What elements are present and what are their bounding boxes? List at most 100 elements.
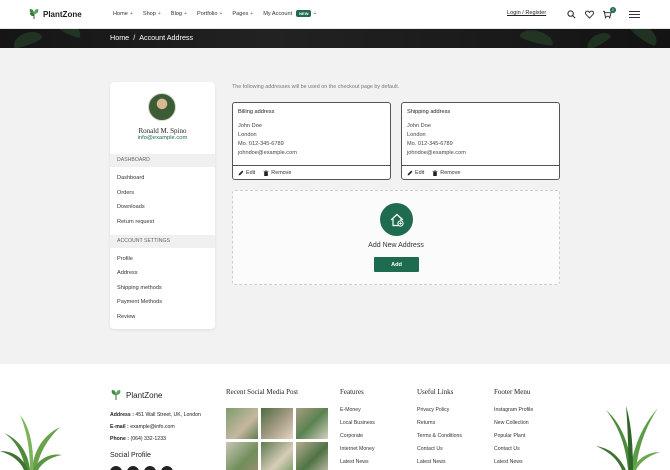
footer-link[interactable]: Internet Money (340, 446, 375, 452)
account-sidebar: Ronald M. Spino info@example.com DASHBOA… (110, 82, 215, 329)
useful-links-title: Useful Links (417, 388, 454, 396)
menu-item-portfolio[interactable]: Portfolio + (197, 10, 222, 17)
user-email[interactable]: info@example.com (110, 135, 215, 141)
menu-icon[interactable] (629, 11, 640, 20)
footer-email: E-mail : example@info.com (110, 424, 175, 430)
footer-link[interactable]: New Collection (494, 420, 529, 426)
footer-link[interactable]: Returns (417, 420, 435, 426)
address-intro-text: The following addresses will be used on … (232, 84, 400, 90)
footer-link[interactable]: Latest News (417, 459, 446, 465)
sidebar-item-return-request[interactable]: Return request (117, 219, 154, 225)
social-post-image[interactable] (296, 408, 328, 439)
billing-edit-button[interactable]: Edit (238, 170, 255, 176)
user-name: Ronald M. Spino (138, 127, 187, 135)
social-post-image[interactable] (226, 408, 258, 439)
facebook-icon[interactable] (110, 466, 122, 470)
menu-item-pages[interactable]: Pages + (232, 10, 253, 17)
breadcrumb-current: Account Address (139, 33, 194, 42)
sidebar-item-dashboard[interactable]: Dashboard (117, 175, 144, 181)
menu-label: Blog (170, 10, 183, 17)
plus-icon: + (219, 10, 223, 17)
address-value: 451 Wall Street, UK, London (135, 412, 201, 418)
billing-name: John Doe (238, 123, 262, 129)
linkedin-icon[interactable] (161, 466, 173, 470)
social-profile-title: Social Profile (110, 452, 151, 459)
email-label: E-mail : (110, 424, 129, 430)
sidebar-item-orders[interactable]: Orders (117, 190, 134, 196)
add-address-button[interactable]: Add (374, 257, 419, 272)
search-icon[interactable] (566, 9, 576, 19)
sidebar-item-shipping-methods[interactable]: Shipping methods (117, 285, 162, 291)
add-new-address-label: Add New Address (368, 242, 424, 249)
plus-icon: + (250, 10, 254, 17)
cart-icon[interactable]: 0 (602, 7, 616, 19)
billing-phone: Mo. 012-345-6789 (238, 141, 284, 147)
shipping-actions: Edit Remove (402, 165, 559, 180)
shipping-address-card: Shipping address John Doe London Mo. 012… (401, 102, 560, 180)
footer-link[interactable]: Contact Us (417, 446, 443, 452)
email-value[interactable]: example@info.com (130, 424, 174, 430)
pencil-icon (407, 170, 413, 176)
address-label: Address : (110, 412, 134, 418)
footer-brand-name: PlantZone (126, 390, 163, 400)
shipping-remove-button[interactable]: Remove (432, 170, 460, 176)
instagram-icon[interactable] (144, 466, 156, 470)
shipping-edit-button[interactable]: Edit (407, 170, 424, 176)
add-home-icon (380, 203, 413, 236)
leaf-logo-icon (111, 390, 121, 400)
phone-value[interactable]: (064) 332-1233 (130, 436, 165, 442)
trash-icon (432, 170, 438, 176)
footer-link[interactable]: Corporate (340, 433, 363, 439)
menu-item-shop[interactable]: Shop + (143, 10, 161, 17)
menu-item-blog[interactable]: Blog + (171, 10, 187, 17)
breadcrumb: Home / Account Address (110, 33, 193, 42)
sidebar-item-review[interactable]: Review (117, 314, 135, 320)
billing-remove-button[interactable]: Remove (263, 170, 291, 176)
leaf-logo-icon (29, 9, 39, 19)
social-post-image[interactable] (261, 442, 293, 470)
footer-link[interactable]: Privacy Policy (417, 407, 449, 413)
footer-link[interactable]: Terms & Conditions (417, 433, 462, 439)
social-icons (110, 466, 173, 470)
footer-link[interactable]: Popular Plant (494, 433, 525, 439)
menu-label: My Account (263, 10, 293, 17)
footer-menu-title: Footer Menu (494, 388, 531, 396)
billing-email: johndoe@example.com (238, 150, 297, 156)
sidebar-item-downloads[interactable]: Downloads (117, 204, 145, 210)
social-post-image[interactable] (296, 442, 328, 470)
add-new-address-panel: Add New Address Add (232, 190, 560, 285)
plus-icon: + (157, 10, 161, 17)
menu-label: Shop (142, 10, 156, 17)
top-navigation: PlantZone Home + Shop + Blog + Portfolio + P… (0, 0, 670, 29)
social-post-image[interactable] (261, 408, 293, 439)
footer-link[interactable]: Local Business (340, 420, 375, 426)
cart-count-badge: 0 (610, 7, 616, 13)
sidebar-item-address[interactable]: Address (117, 270, 138, 276)
brand-logo[interactable]: PlantZone (28, 8, 82, 20)
features-title: Features (340, 388, 364, 396)
footer-link[interactable]: Latest News (494, 459, 523, 465)
menu-item-home[interactable]: Home + (113, 10, 133, 17)
twitter-icon[interactable] (127, 466, 139, 470)
sidebar-item-profile[interactable]: Profile (117, 256, 133, 262)
footer-link[interactable]: Latest News (340, 459, 369, 465)
sidebar-item-payment-methods[interactable]: Payment Methods (117, 299, 162, 305)
footer-link[interactable]: E-Money (340, 407, 361, 413)
avatar (148, 93, 176, 121)
header-icons: 0 (566, 7, 616, 19)
phone-label: Phone : (110, 436, 130, 442)
breadcrumb-home[interactable]: Home (110, 33, 129, 42)
heart-icon[interactable] (584, 9, 594, 19)
login-register-link[interactable]: Login / Register (507, 10, 546, 16)
shipping-city: London (407, 132, 426, 138)
menu-label: Pages (232, 10, 249, 17)
footer-address: Address : 451 Wall Street, UK, London (110, 412, 201, 418)
decorative-plant-left (0, 415, 62, 470)
billing-address-title: Billing address (238, 109, 275, 115)
footer-link[interactable]: Contact Us (494, 446, 520, 452)
footer-link[interactable]: Instagram Profile (494, 407, 533, 413)
menu-item-my-account[interactable]: My Account NEW + (263, 10, 316, 17)
main-menu: Home + Shop + Blog + Portfolio + Pages + My A… (113, 10, 316, 17)
social-post-image[interactable] (226, 442, 258, 470)
footer-logo[interactable]: PlantZone (110, 389, 162, 401)
